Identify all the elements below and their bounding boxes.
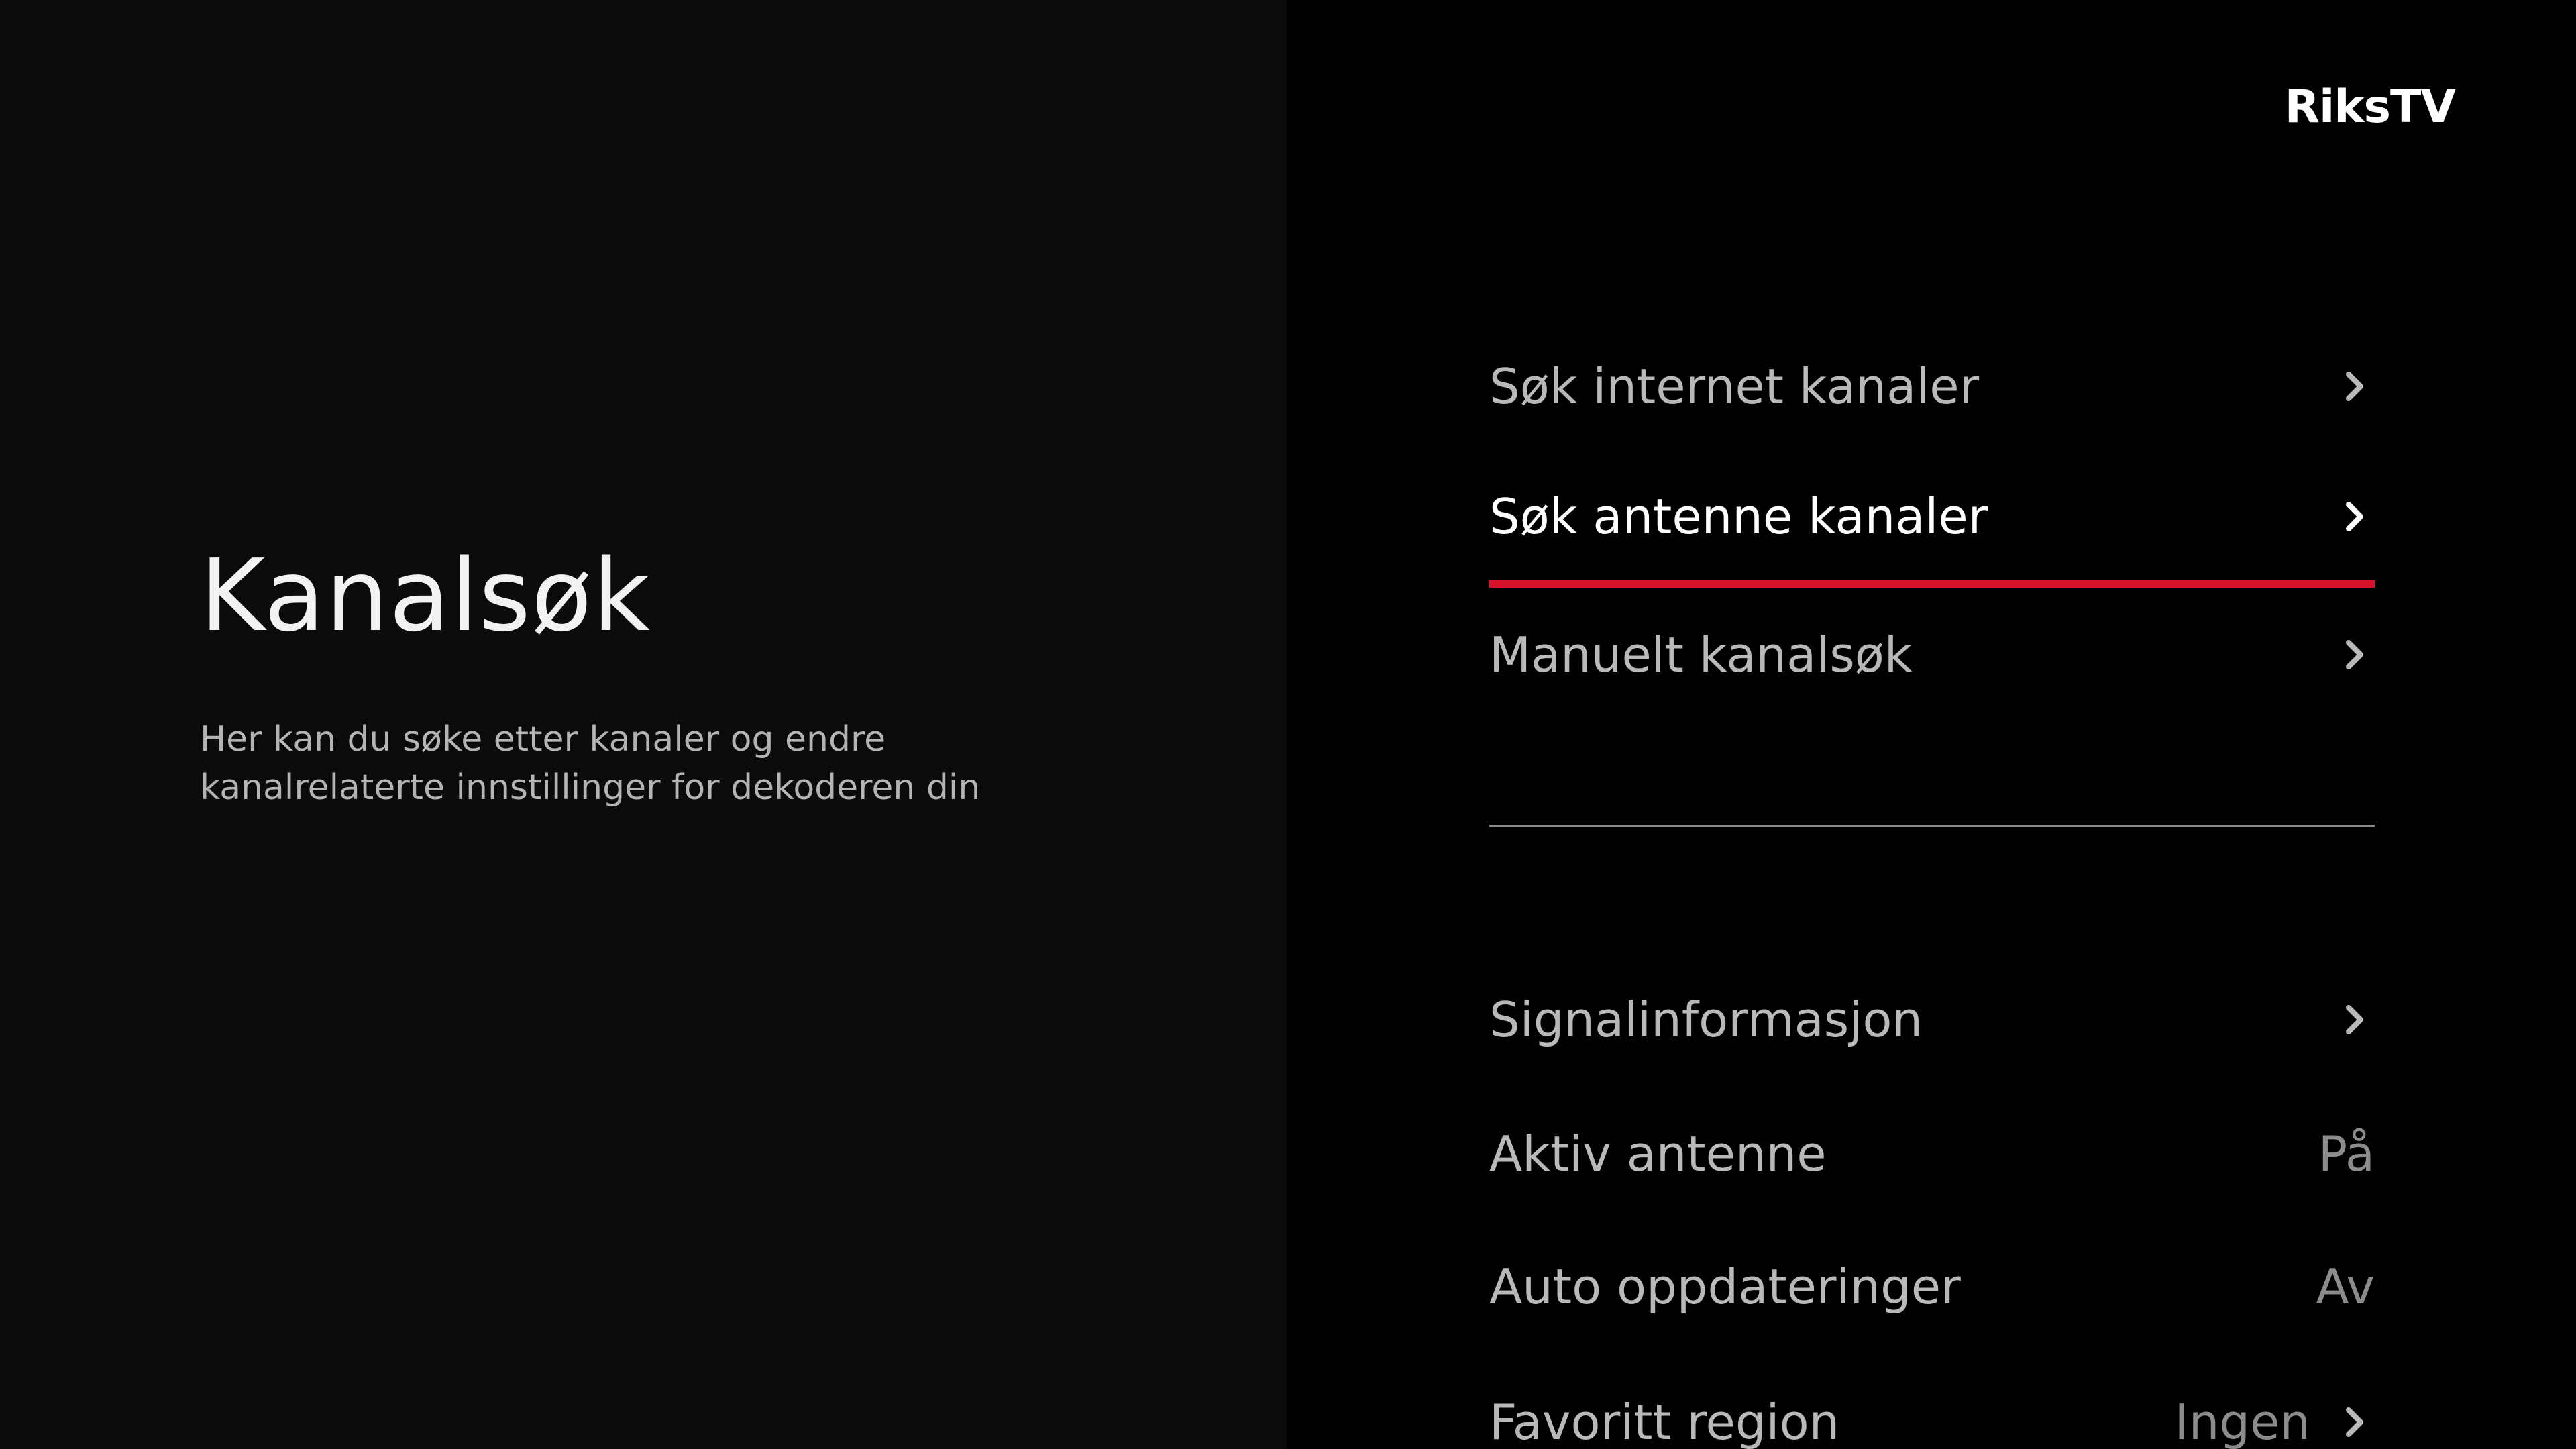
info-panel: Kanalsøk Her kan du søke etter kanaler o… <box>0 0 1287 1449</box>
menu-item-label: Manuelt kanalsøk <box>1489 627 1913 683</box>
menu-item-favorite-region[interactable]: Favoritt region Ingen <box>1489 1355 2375 1449</box>
menu-item-right <box>2334 366 2375 407</box>
menu-item-active-antenna[interactable]: Aktiv antenne På <box>1489 1087 2375 1221</box>
menu-item-search-antenna-channels[interactable]: Søk antenne kanaler <box>1489 453 2375 588</box>
menu-item-label: Auto oppdateringer <box>1489 1258 1961 1315</box>
menu-divider <box>1489 825 2375 827</box>
setting-value: Ingen <box>2174 1394 2311 1449</box>
menu-item-right: Ingen <box>2175 1394 2375 1449</box>
settings-menu-panel: RiksTV Søk internet kanaler Søk antenne … <box>1287 0 2576 1449</box>
menu-item-search-internet-channels[interactable]: Søk internet kanaler <box>1489 319 2375 453</box>
menu-item-manual-channel-search[interactable]: Manuelt kanalsøk <box>1489 588 2375 722</box>
chevron-right-icon <box>2334 1000 2375 1040</box>
menu-item-signal-information[interactable]: Signalinformasjon <box>1489 953 2375 1087</box>
page-description-line-2: kanalrelaterte innstillinger for dekoder… <box>200 767 981 808</box>
menu-item-right <box>2334 496 2375 537</box>
menu-item-right: Av <box>2316 1258 2375 1315</box>
menu-item-auto-updates[interactable]: Auto oppdateringer Av <box>1489 1220 2375 1354</box>
rikstv-logo: RiksTV <box>2284 80 2456 133</box>
chevron-right-icon <box>2334 366 2375 407</box>
menu-item-label: Signalinformasjon <box>1489 991 1923 1048</box>
channel-search-screen: Kanalsøk Her kan du søke etter kanaler o… <box>0 0 2576 1449</box>
menu-item-label: Aktiv antenne <box>1489 1126 1827 1182</box>
menu-item-label: Favoritt region <box>1489 1394 1840 1449</box>
setting-value: Av <box>2316 1258 2375 1315</box>
menu-item-right <box>2334 635 2375 675</box>
page-description: Her kan du søke etter kanaler og endre k… <box>200 715 1139 812</box>
menu-item-right <box>2334 1000 2375 1040</box>
setting-value: På <box>2318 1126 2375 1182</box>
page-title: Kanalsøk <box>200 538 651 653</box>
chevron-right-icon <box>2334 1402 2375 1442</box>
menu-item-right: På <box>2318 1126 2375 1182</box>
chevron-right-icon <box>2334 496 2375 537</box>
chevron-right-icon <box>2334 635 2375 675</box>
menu-item-label: Søk antenne kanaler <box>1489 488 1988 545</box>
menu-item-label: Søk internet kanaler <box>1489 358 1980 415</box>
page-description-line-1: Her kan du søke etter kanaler og endre <box>200 719 886 759</box>
